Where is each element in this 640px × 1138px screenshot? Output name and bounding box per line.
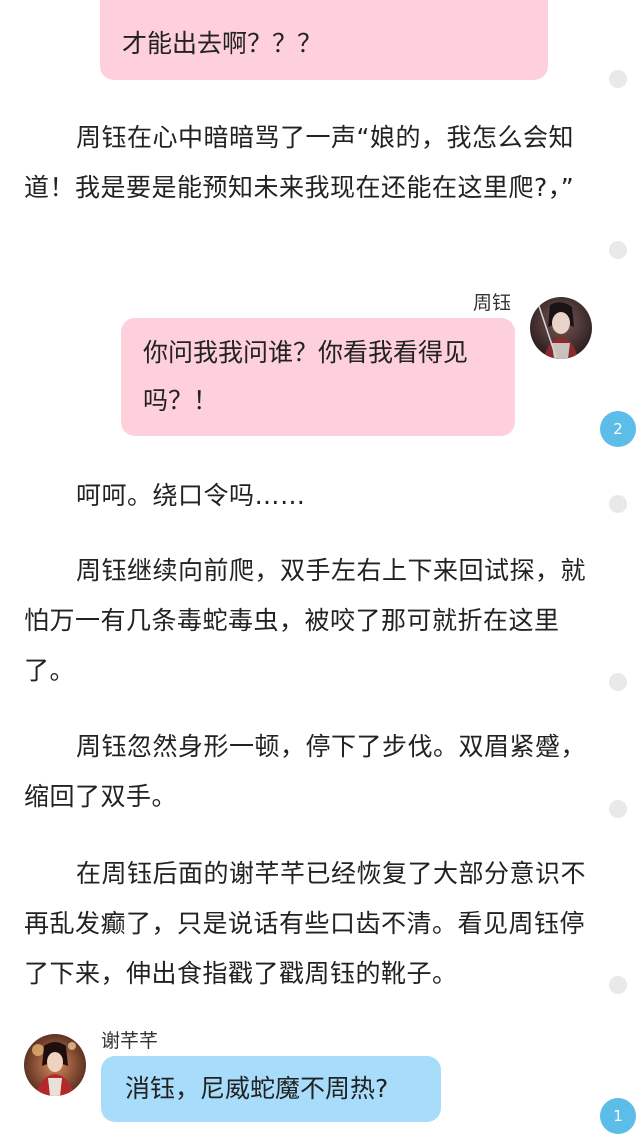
comment-marker-dot[interactable] (609, 800, 627, 818)
comment-count-badge[interactable]: 1 (600, 1098, 636, 1134)
story-paragraph: 呵呵。绕口令吗…… (76, 481, 306, 510)
avatar-xieqianqian[interactable] (24, 1034, 86, 1096)
avatar-portrait-icon (24, 1034, 86, 1096)
comment-marker-dot[interactable] (609, 976, 627, 994)
story-paragraph: 周钰继续向前爬，双手左右上下来回试探，就怕万一有几条毒蛇毒虫，被咬了那可就折在这… (24, 556, 587, 685)
reader-page[interactable]: 才能出去啊？？？ 周钰在心中暗暗骂了一声“娘的，我怎么会知道！我是要是能预知未来… (0, 0, 640, 1138)
comment-marker-dot[interactable] (609, 241, 627, 259)
speech-bubble-text: 你问我我问谁？你看我看得见吗？！ (143, 338, 469, 415)
speech-bubble-zhouyu-top: 才能出去啊？？？ (100, 0, 548, 80)
story-paragraph: 周钰在心中暗暗骂了一声“娘的，我怎么会知道！我是要是能预知未来我现在还能在这里爬… (24, 123, 575, 202)
comment-marker-dot[interactable] (609, 495, 627, 513)
comment-marker-dot[interactable] (609, 673, 627, 691)
avatar-zhouyu[interactable] (530, 297, 592, 359)
speech-bubble-text: 才能出去啊？？？ (122, 29, 323, 58)
story-paragraph: 在周钰后面的谢芊芊已经恢复了大部分意识不再乱发癫了，只是说话有些口齿不清。看见周… (24, 859, 587, 988)
speech-bubble-zhouyu: 你问我我问谁？你看我看得见吗？！ (121, 318, 515, 436)
speaker-name-xieqianqian: 谢芊芊 (101, 1030, 159, 1052)
comment-count-badge[interactable]: 2 (600, 411, 636, 447)
speech-bubble-text: 消钰，尼威蛇魔不周热? (125, 1074, 389, 1103)
speaker-name-zhouyu: 周钰 (473, 292, 512, 314)
speech-bubble-xieqianqian: 消钰，尼威蛇魔不周热? (101, 1056, 441, 1122)
comment-marker-dot[interactable] (609, 70, 627, 88)
avatar-portrait-icon (530, 297, 592, 359)
story-paragraph: 周钰忽然身形一顿，停下了步伐。双眉紧蹙，缩回了双手。 (24, 732, 587, 811)
